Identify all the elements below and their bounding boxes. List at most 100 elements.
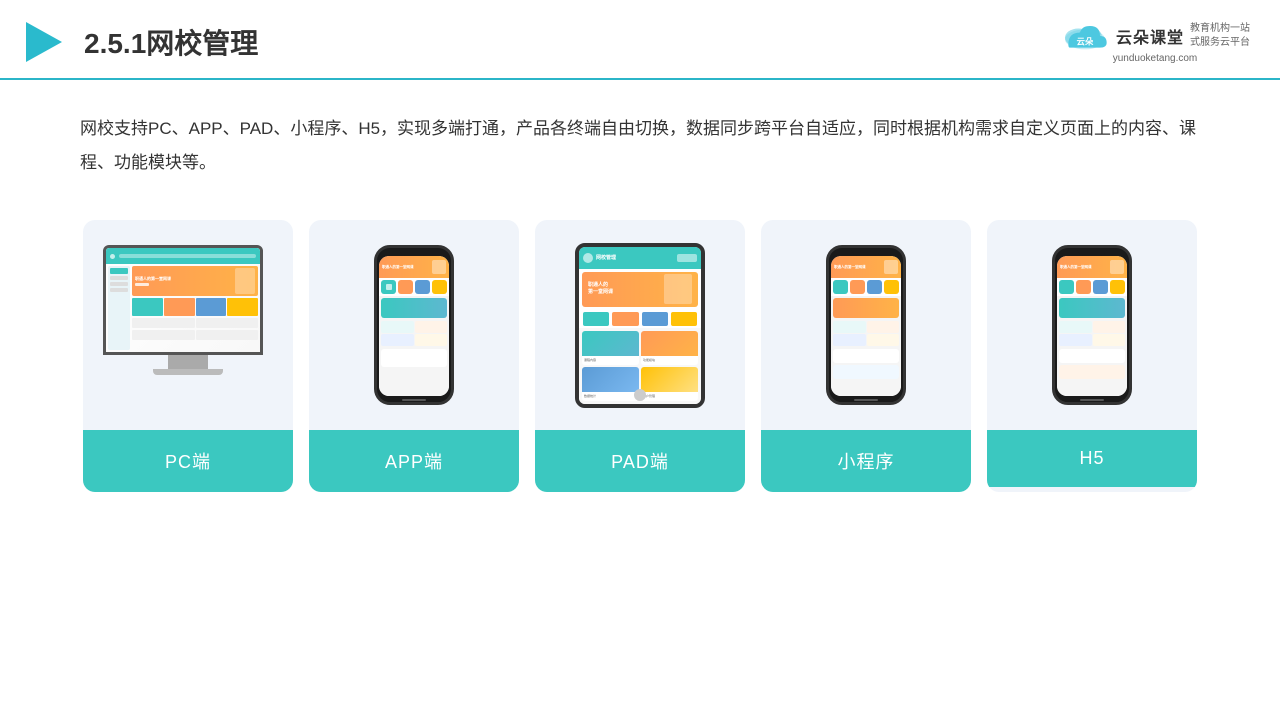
banner-btn [135, 283, 149, 286]
p3-icon-4 [1110, 280, 1125, 294]
t-icon-1 [583, 312, 609, 326]
phone-home-3 [1055, 398, 1129, 402]
t-icon-4 [671, 312, 697, 326]
sidebar-item [110, 288, 128, 292]
monitor-content: 职通人的第一堂网课 [106, 264, 260, 352]
phone-row-3 [833, 321, 899, 333]
icon-inner [386, 284, 392, 290]
pc-monitor: 职通人的第一堂网课 [103, 245, 273, 405]
header-left: 2.5.1网校管理 [20, 18, 258, 66]
home-bar-3 [1080, 399, 1104, 401]
phone-header-3: 职通人的第一堂网课 [1057, 256, 1127, 278]
nav-dot-1 [110, 254, 115, 259]
phone-block-3 [381, 334, 414, 346]
tablet-card-2: 功能模块 [641, 331, 698, 365]
tc-img-1 [582, 331, 639, 356]
t-icon-3 [642, 312, 668, 326]
monitor-list-2 [132, 330, 258, 340]
phone-header-text-2: 职通人的第一堂网课 [834, 265, 882, 269]
banner-img [235, 268, 255, 294]
tablet-banner-text: 职通人的第一堂网课 [588, 282, 664, 296]
tc-text-1: 课程内容 [582, 356, 639, 364]
monitor-list [132, 318, 258, 328]
description-text: 网校支持PC、APP、PAD、小程序、H5，实现多端打通，产品各终端自由切换，数… [0, 80, 1280, 200]
monitor-base [153, 369, 223, 375]
phone-h5: 职通人的第一堂网课 [1052, 245, 1132, 405]
tablet-header: 网校管理 [579, 247, 701, 269]
tablet-screen: 网校管理 职通人的第一堂网课 [579, 247, 701, 404]
p3-block-2 [1093, 321, 1126, 333]
banner-text: 职通人的第一堂网课 [135, 276, 235, 282]
monitor-stand [168, 355, 208, 369]
card-h5-label: H5 [987, 430, 1197, 487]
phone-icon-1 [381, 280, 396, 294]
phone-icons-row-3 [1057, 278, 1127, 296]
p2-block-3 [833, 334, 866, 346]
tablet-header-search [677, 254, 697, 262]
tablet-icons [579, 310, 701, 328]
phone-content [379, 296, 449, 396]
phone-row-1 [381, 321, 447, 333]
logo-area: 云朵 云朵课堂 教育机构一站 式服务云平台 yunduoketang.com [1060, 21, 1250, 64]
logo-tagline: 教育机构一站 式服务云平台 [1190, 22, 1250, 50]
phone-screen-3: 职通人的第一堂网课 [1057, 256, 1127, 396]
p2-icon-2 [850, 280, 865, 294]
p3-block-1 [1059, 321, 1092, 333]
t-icon-2 [612, 312, 638, 326]
tablet-card-3: 数据统计 [582, 367, 639, 401]
phone-notch [399, 248, 429, 256]
mini-card-3 [196, 298, 227, 316]
h5-banner [1059, 298, 1125, 318]
logo-text-main: 云朵课堂 [1116, 24, 1184, 48]
tablet-card-4: 用户管理 [641, 367, 698, 401]
p2-block-2 [867, 321, 900, 333]
monitor-nav [106, 248, 260, 264]
phone-bottom-section [381, 349, 447, 367]
p3-block-3 [1059, 334, 1092, 346]
card-pc-label: PC端 [83, 430, 293, 492]
card-app-image: 职通人的第一堂网课 [309, 220, 519, 430]
tc-img-4 [641, 367, 698, 392]
list-item-2 [196, 318, 259, 328]
phone-header-text-3: 职通人的第一堂网课 [1060, 265, 1108, 269]
mini-card-4 [227, 298, 258, 316]
monitor-screen-inner: 职通人的第一堂网课 [106, 248, 260, 352]
phone-content-2 [831, 296, 901, 396]
p3-block-4 [1093, 334, 1126, 346]
phone-header-img-3 [1110, 260, 1124, 274]
phone-header-content-2: 职通人的第一堂网课 [834, 265, 882, 269]
mini-card-2 [164, 298, 195, 316]
card-pc-image: 职通人的第一堂网课 [83, 220, 293, 430]
play-icon [20, 18, 68, 66]
tablet-pad: 网校管理 职通人的第一堂网课 [575, 243, 705, 408]
phone-icons-row-2 [831, 278, 901, 296]
phone-header-img-2 [884, 260, 898, 274]
phone-icons-row [379, 278, 449, 296]
phone-header: 职通人的第一堂网课 [379, 256, 449, 278]
phone-header-text: 职通人的第一堂网课 [382, 265, 430, 269]
phone-icon-2 [398, 280, 413, 294]
phone-home [377, 398, 451, 402]
phone-screen-2: 职通人的第一堂网课 [831, 256, 901, 396]
phone-header-content: 职通人的第一堂网课 [382, 265, 430, 269]
mini-card-1 [132, 298, 163, 316]
svg-text:云朵: 云朵 [1077, 36, 1094, 46]
phone-home-2 [829, 398, 903, 402]
p3-icon-3 [1093, 280, 1108, 294]
page-title: 2.5.1网校管理 [84, 22, 258, 62]
nav-bar [119, 254, 256, 258]
tablet-home-btn [634, 389, 646, 401]
home-bar [402, 399, 426, 401]
logo-url: yunduoketang.com [1113, 53, 1198, 64]
tablet-header-text: 网校管理 [596, 254, 616, 261]
p2-bottom2 [833, 365, 899, 379]
phone-block-4 [415, 334, 448, 346]
home-bar-2 [854, 399, 878, 401]
tablet-header-icon [583, 253, 593, 263]
monitor-banner: 职通人的第一堂网课 [132, 266, 258, 296]
p2-icon-1 [833, 280, 848, 294]
tablet-banner-img [664, 274, 692, 304]
tc-img-2 [641, 331, 698, 356]
p3-icon-2 [1076, 280, 1091, 294]
card-pc: 职通人的第一堂网课 [83, 220, 293, 492]
